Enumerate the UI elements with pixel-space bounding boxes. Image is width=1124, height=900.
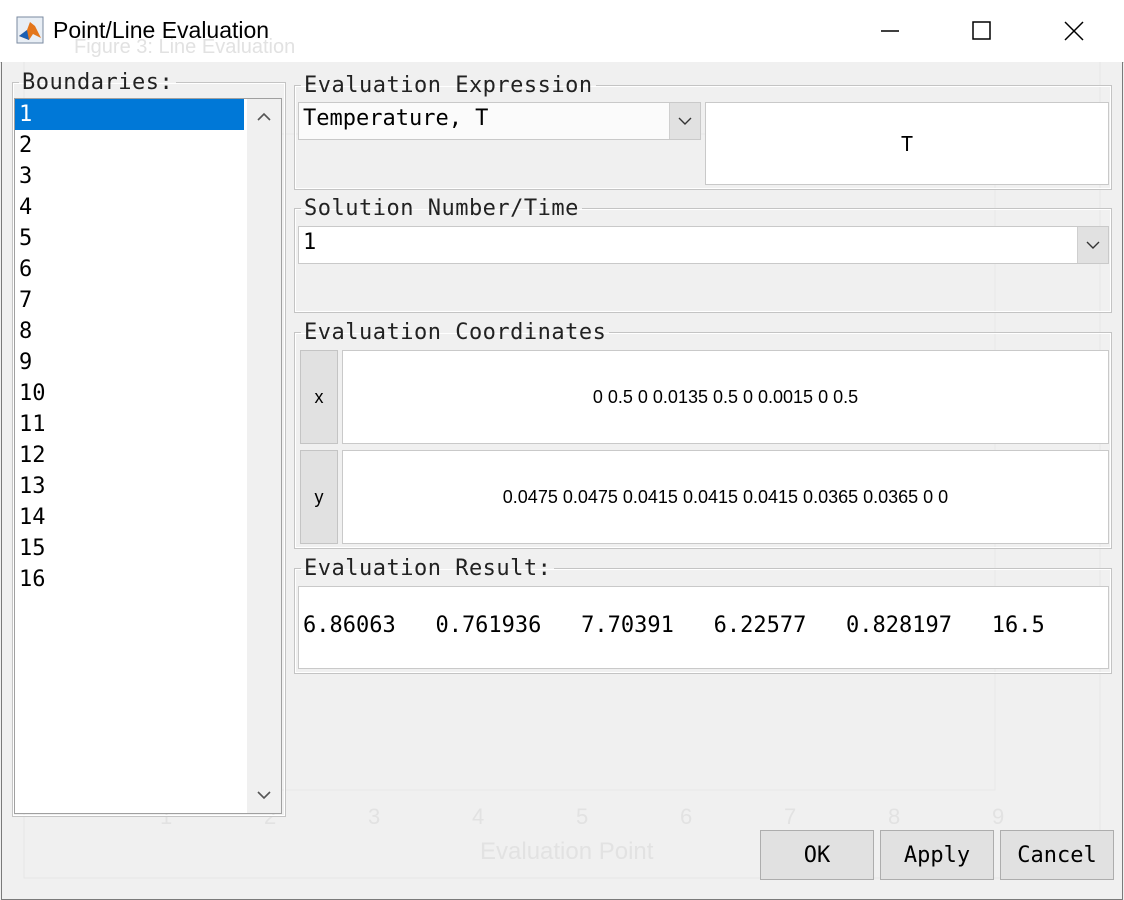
dialog-client-area: Figure 3: Line Evaluation Line Evaluatio…	[1, 36, 1123, 900]
background-x-tick: 9	[992, 804, 1005, 829]
boundary-list-item[interactable]: 9	[15, 347, 244, 378]
chevron-down-icon	[1086, 241, 1100, 249]
boundary-list-item[interactable]: 13	[15, 471, 244, 502]
evaluation-result-legend: Evaluation Result:	[304, 556, 552, 581]
boundary-list-item[interactable]: 2	[15, 130, 244, 161]
background-x-tick: 6	[680, 804, 693, 829]
background-x-label: Evaluation Point	[480, 838, 654, 865]
solution-time-legend: Solution Number/Time	[304, 196, 579, 221]
window-title: Point/Line Evaluation	[53, 17, 270, 43]
boundary-list-item[interactable]: 16	[15, 564, 244, 595]
solution-time-dropdown[interactable]: 1	[298, 226, 1109, 264]
boundary-list-item[interactable]: 15	[15, 533, 244, 564]
expression-input-value: T	[900, 131, 914, 156]
boundary-list-item[interactable]: 11	[15, 409, 244, 440]
maximize-icon	[972, 21, 991, 40]
x-coordinate-input[interactable]: 0 0.5 0 0.0135 0.5 0 0.0015 0 0.5	[342, 350, 1109, 444]
evaluation-result-value: 6.86063 0.761936 7.70391 6.22577 0.82819…	[303, 613, 1045, 638]
boundary-list-item[interactable]: 10	[15, 378, 244, 409]
expression-dropdown[interactable]: Temperature, T	[298, 102, 701, 140]
cancel-button[interactable]: Cancel	[1000, 830, 1114, 880]
title-bar[interactable]: Point/Line Evaluation	[0, 0, 1124, 63]
boundaries-legend: Boundaries:	[22, 70, 174, 95]
boundary-list-item[interactable]: 5	[15, 223, 244, 254]
expression-input[interactable]: T	[705, 102, 1109, 185]
boundary-list-item[interactable]: 3	[15, 161, 244, 192]
boundary-list-item[interactable]: 8	[15, 316, 244, 347]
boundary-list-item[interactable]: 4	[15, 192, 244, 223]
maximize-button[interactable]	[936, 0, 1028, 62]
x-coordinate-label: x	[300, 350, 338, 444]
expression-dropdown-button[interactable]	[669, 103, 700, 139]
expression-dropdown-value: Temperature, T	[303, 106, 489, 131]
ok-button[interactable]: OK	[760, 830, 874, 880]
apply-button[interactable]: Apply	[880, 830, 994, 880]
scroll-down-icon[interactable]	[247, 781, 281, 811]
solution-time-dropdown-button[interactable]	[1077, 227, 1108, 263]
boundary-list-item[interactable]: 12	[15, 440, 244, 471]
close-icon	[1064, 21, 1084, 41]
evaluation-result-field[interactable]: 6.86063 0.761936 7.70391 6.22577 0.82819…	[298, 586, 1109, 669]
boundary-list-item[interactable]: 14	[15, 502, 244, 533]
matlab-logo-icon	[16, 16, 44, 44]
boundary-list-item[interactable]: 1	[15, 99, 244, 130]
scroll-up-icon[interactable]	[247, 101, 281, 131]
y-coordinate-label: y	[300, 450, 338, 544]
solution-time-dropdown-value: 1	[303, 230, 317, 255]
evaluation-expression-legend: Evaluation Expression	[304, 73, 593, 98]
close-button[interactable]	[1028, 0, 1120, 62]
minimize-icon	[881, 30, 899, 32]
boundary-list-item[interactable]: 7	[15, 285, 244, 316]
y-coordinate-input[interactable]: 0.0475 0.0475 0.0415 0.0415 0.0415 0.036…	[342, 450, 1109, 544]
chevron-down-icon	[678, 117, 692, 125]
boundaries-scrollbar[interactable]	[247, 99, 281, 813]
background-x-tick: 7	[784, 804, 797, 829]
background-x-tick: 5	[576, 804, 589, 829]
minimize-button[interactable]	[844, 0, 936, 62]
boundaries-list: 1 2 3 4 5 6 7 8 9 10 11 12 13 14 15 16	[15, 99, 281, 595]
boundary-list-item[interactable]: 6	[15, 254, 244, 285]
background-x-tick: 8	[888, 804, 901, 829]
background-x-tick: 4	[472, 804, 485, 829]
evaluation-coordinates-legend: Evaluation Coordinates	[304, 320, 607, 345]
background-x-tick: 3	[368, 804, 381, 829]
boundaries-listbox[interactable]: 1 2 3 4 5 6 7 8 9 10 11 12 13 14 15 16	[14, 98, 282, 814]
